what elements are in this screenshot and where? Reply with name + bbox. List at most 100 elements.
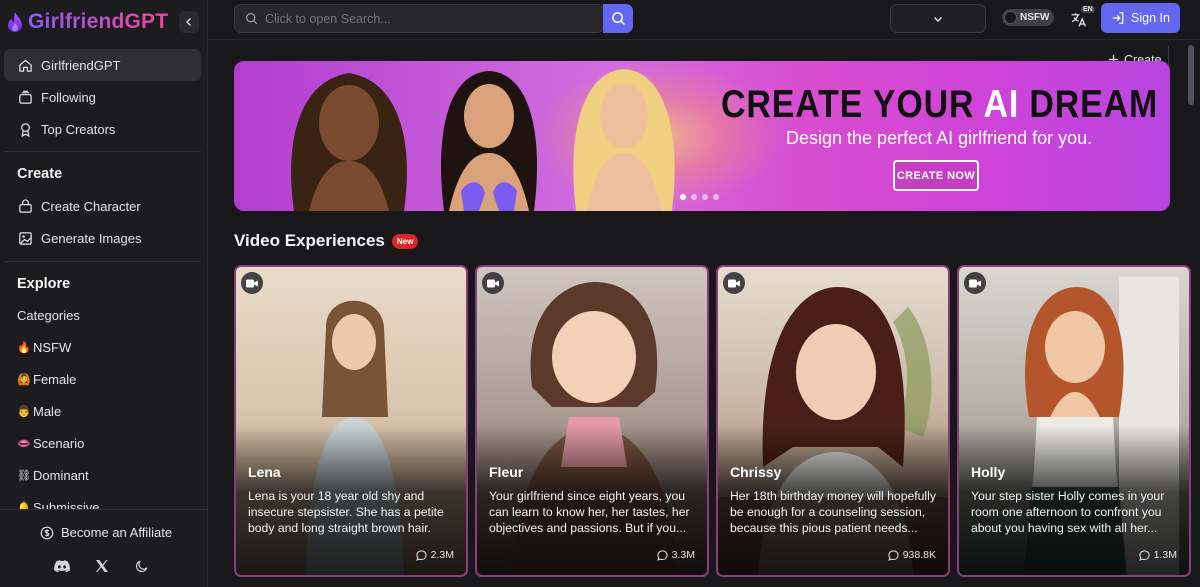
sidebar-item-label: Male — [33, 403, 62, 419]
banner-title-part: DREAM GIRL — [1029, 83, 1170, 126]
search-icon — [611, 12, 625, 26]
sidebar-item-dominant[interactable]: ⛓ Dominant — [4, 459, 201, 491]
video-experiences-heading: Video Experiences New — [234, 231, 419, 251]
banner-title: CREATE YOUR AI DREAM GIRL — [721, 83, 1170, 127]
video-indicator — [482, 272, 504, 294]
fire-icon: 🔥 — [17, 341, 31, 354]
sidebar: GirlfriendGPT GirlfriendGPT Following To… — [0, 0, 208, 587]
collapse-sidebar-button[interactable] — [179, 11, 199, 33]
sign-in-label: Sign In — [1131, 11, 1170, 25]
carousel-dot[interactable] — [702, 194, 708, 200]
language-selector[interactable]: EN — [1070, 6, 1096, 29]
search-icon — [246, 13, 258, 25]
sidebar-divider — [4, 151, 201, 152]
character-card[interactable]: Holly Your step sister Holly comes in yo… — [957, 265, 1191, 577]
sidebar-item-label: Dominant — [33, 467, 89, 483]
chat-bubble-icon — [887, 549, 899, 561]
sidebar-item-top-creators[interactable]: Top Creators — [4, 113, 201, 145]
sidebar-item-label: Scenario — [33, 435, 85, 451]
character-name: Fleur — [489, 464, 524, 480]
top-bar: Create NSFW EN Sign In — [208, 0, 1200, 73]
female-icon: 🙆 — [17, 373, 31, 386]
character-description: Lena is your 18 year old shy and insecur… — [248, 489, 444, 535]
sidebar-footer: Become an Affiliate — [0, 509, 207, 587]
sidebar-divider — [4, 261, 201, 262]
sidebar-item-label: Following — [41, 89, 96, 105]
chevron-left-icon — [186, 18, 191, 26]
sidebar-item-scenario[interactable]: 👄 Scenario — [4, 427, 201, 459]
image-icon — [17, 230, 33, 246]
main-content: CREATE YOUR AI DREAM GIRL Design the per… — [208, 41, 1200, 587]
brand-name: GirlfriendGPT — [28, 10, 169, 33]
sidebar-item-label: Categories — [17, 307, 80, 323]
character-description: Your girlfriend since eight years, you c… — [489, 489, 690, 535]
toggle-knob — [1004, 11, 1017, 24]
chat-bubble-icon — [415, 549, 427, 561]
chat-bubble-icon — [1138, 549, 1150, 561]
x-twitter-link[interactable] — [93, 557, 111, 575]
discord-icon — [54, 559, 70, 572]
character-name: Lena — [248, 464, 281, 480]
become-affiliate-link[interactable]: Become an Affiliate — [40, 525, 172, 540]
sign-in-icon — [1112, 12, 1124, 24]
hero-banner[interactable]: CREATE YOUR AI DREAM GIRL Design the per… — [234, 61, 1170, 211]
sidebar-item-nsfw[interactable]: 🔥 NSFW — [4, 331, 201, 363]
character-description: Her 18th birthday money will hopefully b… — [730, 489, 936, 535]
video-camera-icon — [246, 279, 258, 287]
language-badge: EN — [1081, 6, 1095, 13]
create-dropdown-button[interactable] — [891, 14, 985, 24]
sidebar-item-generate-images[interactable]: Generate Images — [4, 222, 201, 254]
sidebar-item-following[interactable]: Following — [4, 81, 201, 113]
message-count: 3.3M — [656, 549, 695, 561]
video-indicator — [723, 272, 745, 294]
character-name: Holly — [971, 464, 1006, 480]
carousel-dot[interactable] — [713, 194, 719, 200]
discord-link[interactable] — [53, 557, 71, 575]
banner-title-part: CREATE YOUR — [721, 83, 984, 126]
explore-heading: Explore — [17, 276, 71, 292]
message-count: 1.3M — [1138, 549, 1177, 561]
sidebar-item-label: NSFW — [33, 339, 72, 355]
character-description: Your step sister Holly comes in your roo… — [971, 489, 1165, 535]
character-card[interactable]: Lena Lena is your 18 year old shy and in… — [234, 265, 468, 577]
search-box[interactable] — [234, 4, 604, 33]
character-card[interactable]: Chrissy Her 18th birthday money will hop… — [716, 265, 950, 577]
create-now-button[interactable]: CREATE NOW — [893, 160, 979, 191]
nsfw-label: NSFW — [1020, 12, 1050, 23]
affiliate-label: Become an Affiliate — [61, 525, 173, 540]
dollar-circle-icon — [40, 526, 54, 539]
message-count: 938.8K — [887, 549, 936, 561]
create-button-group: Create — [890, 4, 1169, 73]
banner-title-ai: AI — [983, 83, 1020, 126]
character-card[interactable]: Fleur Your girlfriend since eight years,… — [475, 265, 709, 577]
message-count-value: 3.3M — [671, 549, 695, 561]
theme-toggle[interactable] — [133, 557, 151, 575]
sidebar-item-label: GirlfriendGPT — [41, 57, 121, 73]
chain-icon: ⛓ — [17, 469, 31, 482]
video-camera-icon — [728, 279, 740, 287]
banner-model-image — [573, 69, 675, 211]
following-icon — [17, 89, 33, 105]
sidebar-item-create-character[interactable]: Create Character — [4, 190, 201, 222]
sidebar-item-home[interactable]: GirlfriendGPT — [4, 49, 201, 81]
flame-logo-icon — [8, 12, 22, 32]
chevron-down-icon — [934, 16, 942, 22]
nsfw-toggle[interactable]: NSFW — [1002, 9, 1054, 26]
video-indicator — [964, 272, 986, 294]
sidebar-item-label: Create Character — [41, 198, 141, 214]
character-name: Chrissy — [730, 464, 782, 480]
sign-in-button[interactable]: Sign In — [1101, 3, 1180, 33]
sidebar-item-female[interactable]: 🙆 Female — [4, 363, 201, 395]
search-input[interactable] — [265, 11, 595, 26]
message-count-value: 1.3M — [1153, 549, 1177, 561]
carousel-dot[interactable] — [680, 194, 686, 200]
brand-logo[interactable]: GirlfriendGPT — [6, 8, 168, 36]
sidebar-item-male[interactable]: 👨 Male — [4, 395, 201, 427]
carousel-dot[interactable] — [691, 194, 697, 200]
message-count-value: 938.8K — [902, 549, 936, 561]
search-button[interactable] — [603, 4, 633, 33]
create-heading: Create — [17, 166, 63, 182]
video-indicator — [241, 272, 263, 294]
sidebar-item-categories[interactable]: Categories — [4, 299, 201, 331]
section-title-text: Video Experiences — [234, 231, 385, 250]
